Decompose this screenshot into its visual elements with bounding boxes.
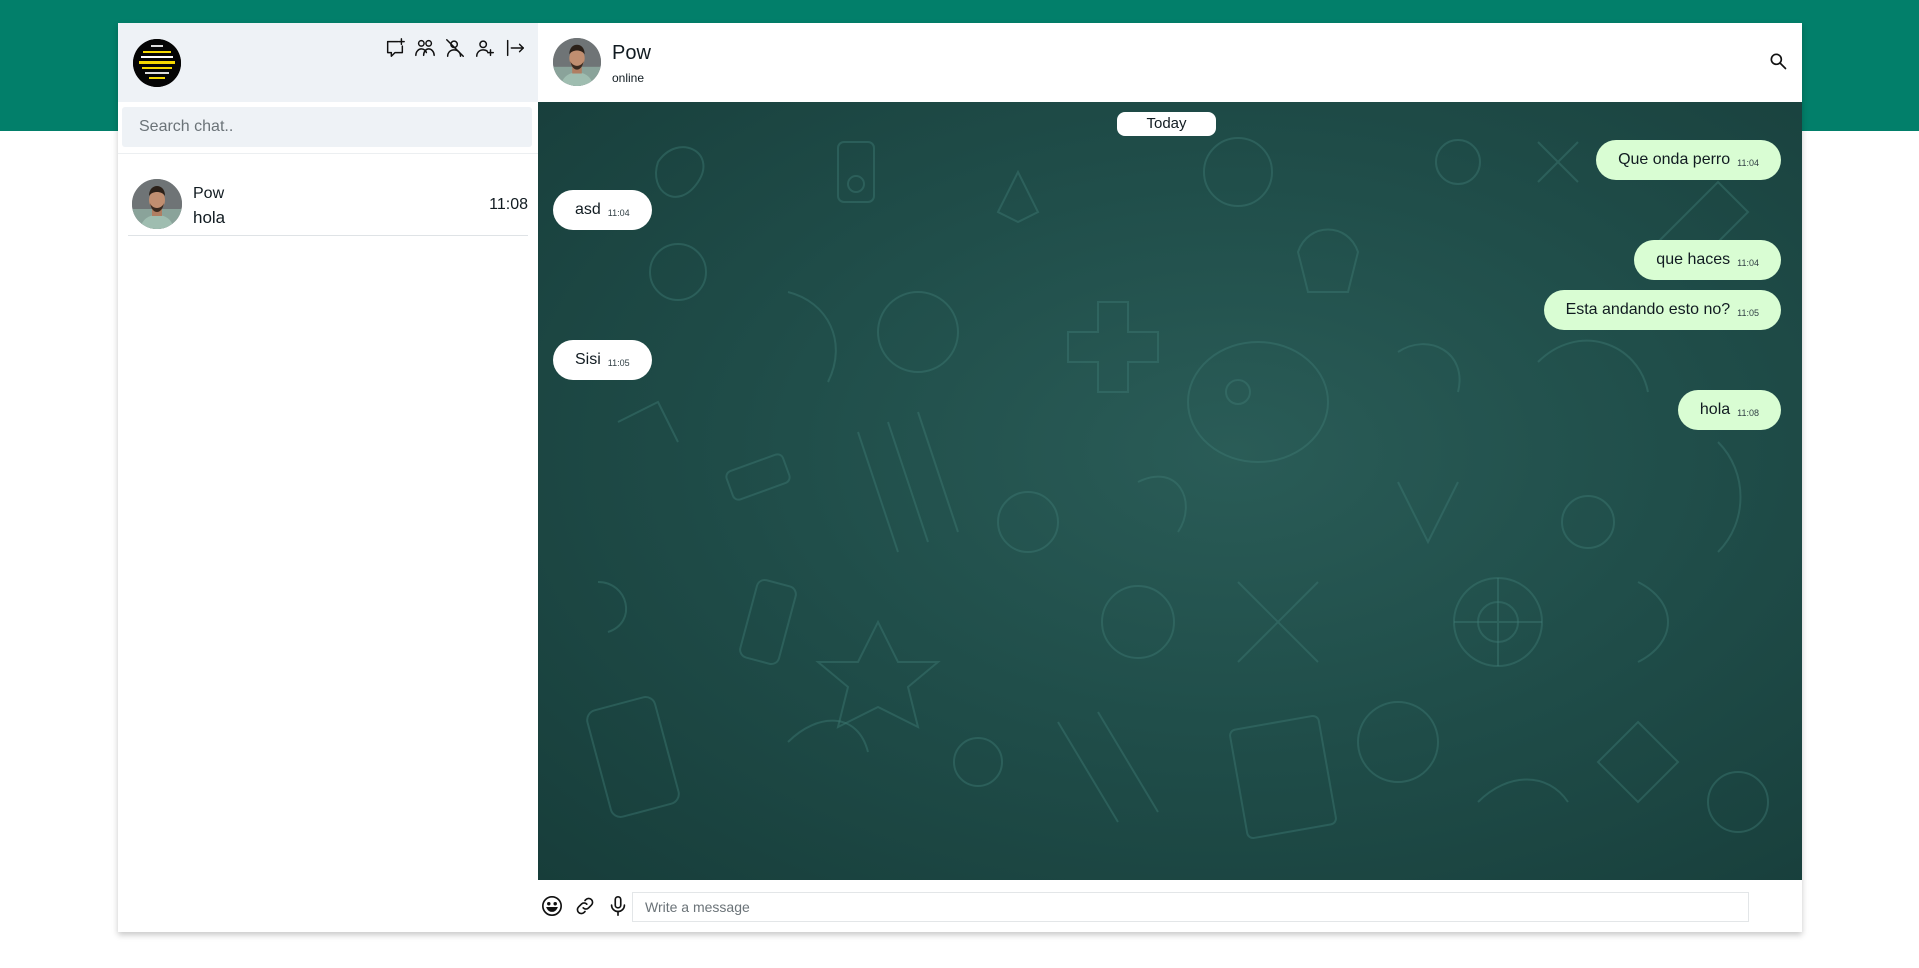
message-time: 11:05 (607, 358, 630, 368)
search-icon[interactable] (1768, 51, 1788, 71)
chat-last-message: hola (193, 208, 226, 227)
message-composer (538, 880, 1802, 932)
emoji-icon[interactable] (541, 895, 563, 917)
microphone-icon[interactable] (607, 895, 629, 917)
chat-search (122, 107, 534, 147)
conversation-header: Pow online (538, 23, 1802, 102)
message-time: 11:04 (1737, 258, 1759, 268)
message-text: Sisi (575, 351, 601, 368)
add-contact-icon[interactable] (474, 37, 496, 59)
doodle-background (586, 137, 1769, 840)
contact-name: Pow (612, 42, 651, 64)
message-time: 11:04 (607, 208, 630, 218)
message-bubble-outgoing[interactable]: que haces 11:04 (1634, 240, 1781, 280)
message-text: Que onda perro (1618, 151, 1731, 168)
sidebar-header-actions (384, 37, 526, 59)
logout-icon[interactable] (504, 37, 526, 59)
message-bubble-incoming[interactable]: asd 11:04 (553, 190, 652, 230)
sidebar-header (118, 23, 538, 102)
attach-link-icon[interactable] (574, 895, 596, 917)
chat-list-item[interactable]: Pow hola 11:08 (128, 175, 528, 236)
contact-avatar (132, 179, 182, 229)
new-group-icon[interactable] (414, 37, 436, 59)
message-bubble-outgoing[interactable]: Que onda perro 11:04 (1596, 140, 1781, 180)
contact-status: online (612, 71, 645, 85)
message-bubble-outgoing[interactable]: Esta andando esto no? 11:05 (1543, 290, 1781, 330)
message-text: asd (575, 201, 601, 218)
block-user-icon[interactable] (444, 37, 466, 59)
message-bubble-outgoing[interactable]: hola 11:08 (1677, 390, 1781, 430)
sidebar: Pow hola 11:08 (118, 23, 538, 932)
my-profile-avatar[interactable] (133, 39, 181, 87)
conversation-panel: Pow online Today Que onda perro 11:04 as… (538, 23, 1802, 932)
message-time: 11:04 (1737, 158, 1759, 168)
message-text: Esta andando esto no? (1565, 301, 1731, 318)
search-chat-input[interactable] (122, 107, 532, 147)
message-time: 11:08 (1737, 408, 1759, 418)
chat-last-time: 11:08 (489, 196, 528, 213)
message-input[interactable] (632, 892, 1749, 922)
chat-contact-name: Pow (193, 185, 225, 202)
message-text: hola (1699, 401, 1731, 418)
contact-avatar[interactable] (553, 38, 601, 86)
message-bubble-incoming[interactable]: Sisi 11:05 (553, 340, 652, 380)
divider (118, 153, 538, 154)
message-time: 11:05 (1737, 308, 1759, 318)
message-text: que haces (1656, 251, 1731, 268)
chat-app-window: Pow hola 11:08 Pow online (118, 23, 1802, 932)
message-area[interactable]: Today Que onda perro 11:04 asd 11:04 que… (538, 102, 1802, 880)
date-separator: Today (1117, 112, 1216, 136)
new-chat-icon[interactable] (384, 37, 406, 59)
